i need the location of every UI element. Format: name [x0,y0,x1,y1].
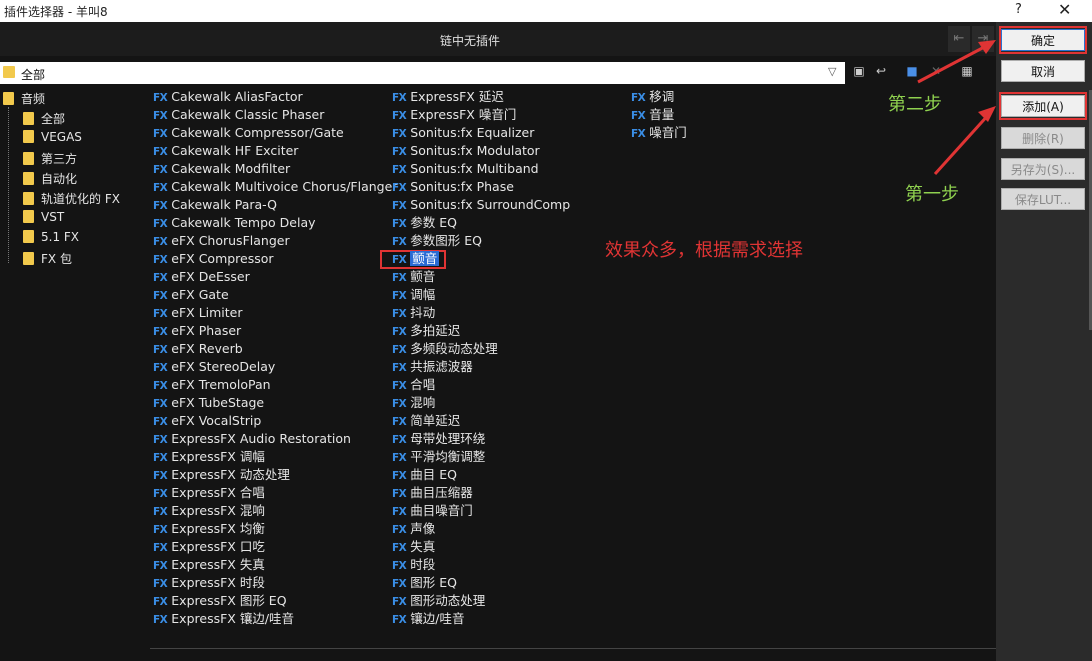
arrow-to-ok [917,42,991,84]
arrow-to-add [933,111,992,176]
arrow-head-add [978,106,996,122]
horizontal-divider [150,648,996,649]
annotation-arrows [917,40,996,176]
arrow-head-ok [978,40,996,54]
